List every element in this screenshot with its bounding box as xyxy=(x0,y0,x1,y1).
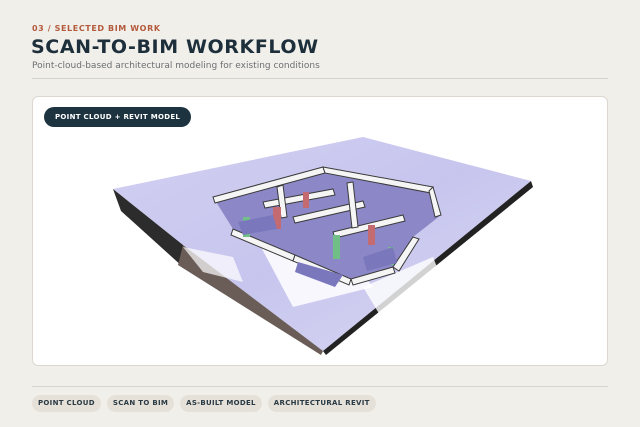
figure-card: POINT CLOUD + REVIT MODEL xyxy=(32,96,608,366)
tag-as-built-model: AS-BUILT MODEL xyxy=(180,395,262,412)
tag-point-cloud: POINT CLOUD xyxy=(32,395,101,412)
bim-model-render xyxy=(113,137,533,355)
page-title: SCAN-TO-BIM WORKFLOW xyxy=(31,36,319,58)
footer-divider xyxy=(32,386,608,387)
figure-badge: POINT CLOUD + REVIT MODEL xyxy=(44,107,192,127)
tag-list: POINT CLOUD SCAN TO BIM AS-BUILT MODEL A… xyxy=(32,395,376,412)
eyebrow-label: 03 / SELECTED BIM WORK xyxy=(32,24,161,33)
tag-scan-to-bim: SCAN TO BIM xyxy=(106,395,175,412)
tag-architectural-revit: ARCHITECTURAL REVIT xyxy=(267,395,376,412)
page-subtitle: Point-cloud-based architectural modeling… xyxy=(32,61,320,71)
header-divider xyxy=(32,78,608,79)
